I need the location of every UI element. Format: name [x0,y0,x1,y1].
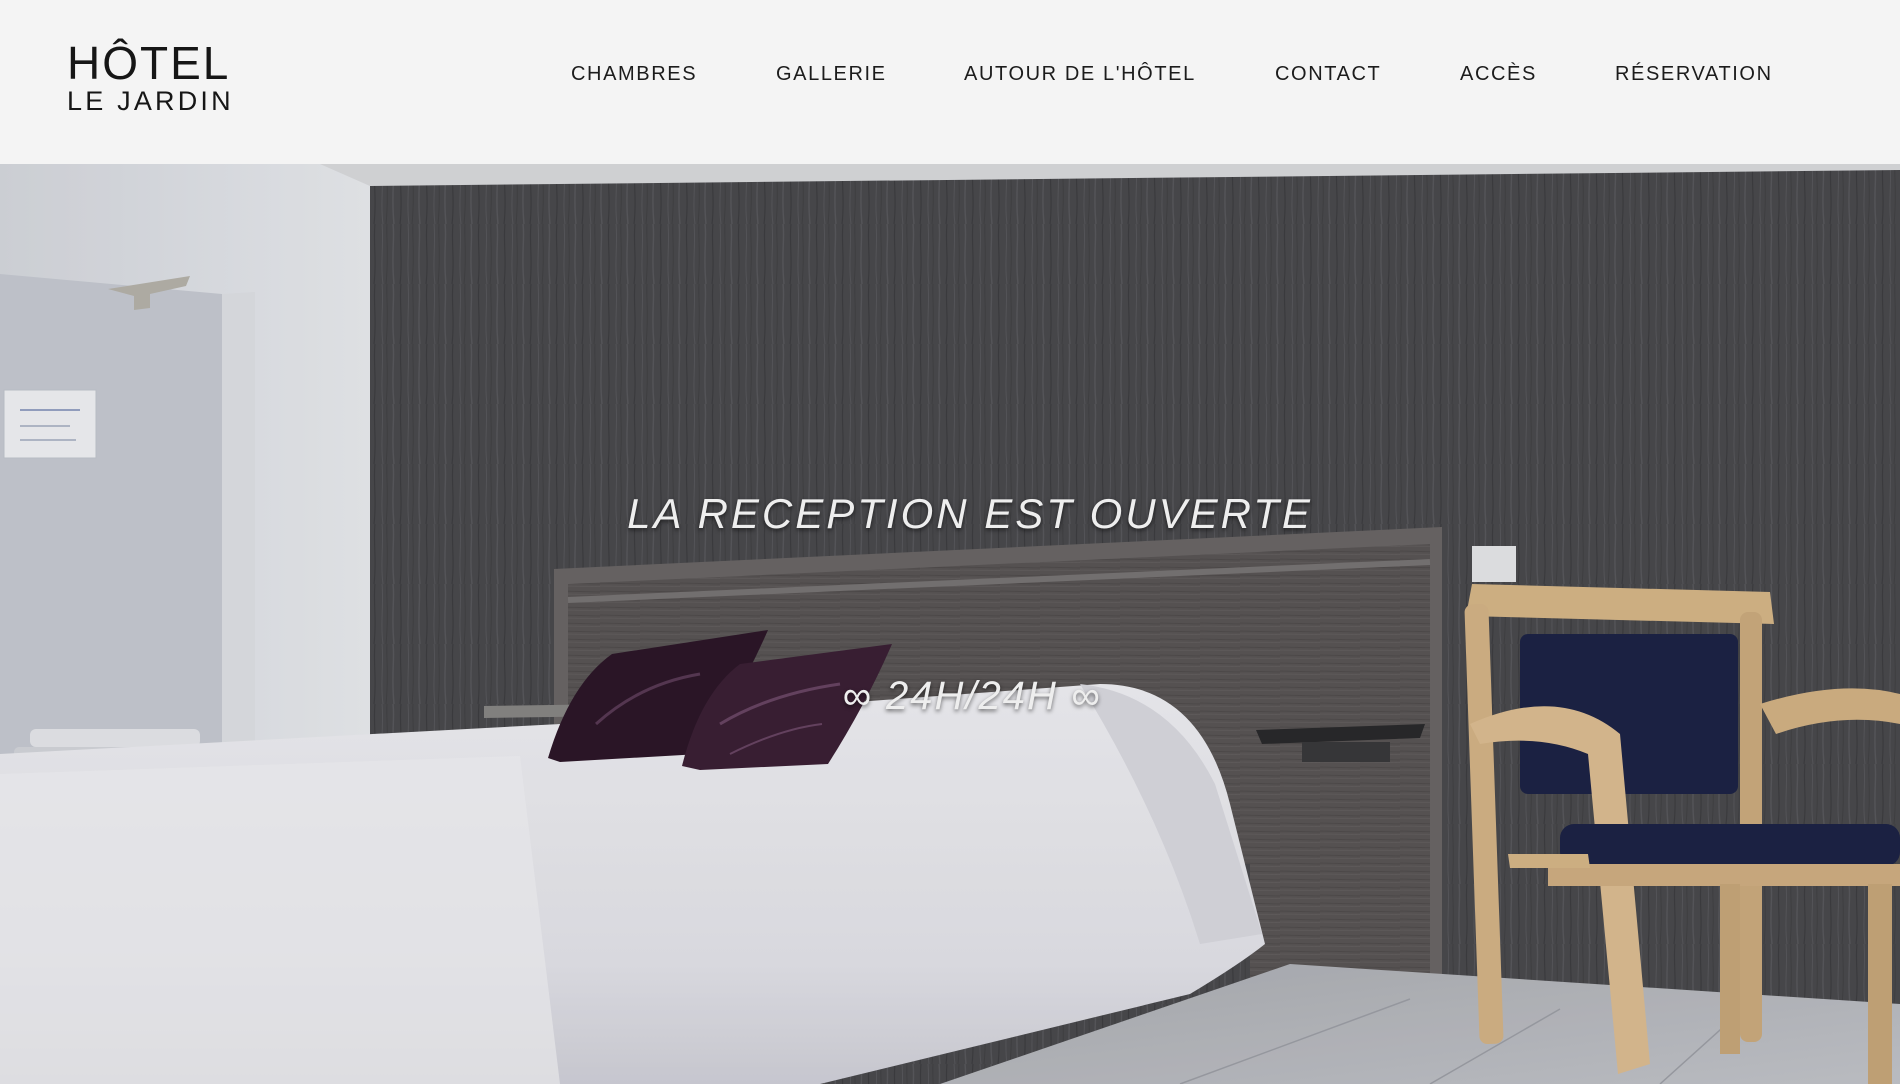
site-header: HÔTEL LE JARDIN CHAMBRES GALLERIE AUTOUR… [0,0,1900,164]
nav-link-autour-de-l-hotel[interactable]: AUTOUR DE L'HÔTEL [964,60,1196,88]
nav-link-gallerie[interactable]: GALLERIE [776,60,887,88]
nav-link-chambres[interactable]: CHAMBRES [571,60,697,88]
hero-room-photo [0,164,1900,1084]
nav-link-acces[interactable]: ACCÈS [1460,60,1537,88]
hero-banner: LA RECEPTION EST OUVERTE ∞ 24H/24H ∞ [0,164,1900,1084]
nav-link-contact[interactable]: CONTACT [1275,60,1381,88]
nav-link-reservation[interactable]: RÉSERVATION [1615,60,1773,88]
hero-opening-hours: ∞ 24H/24H ∞ [842,674,1102,718]
main-navigation: CHAMBRES GALLERIE AUTOUR DE L'HÔTEL CONT… [0,60,1900,88]
logo-subtitle: LE JARDIN [67,86,234,116]
hero-reception-title: LA RECEPTION EST OUVERTE [627,490,1313,537]
